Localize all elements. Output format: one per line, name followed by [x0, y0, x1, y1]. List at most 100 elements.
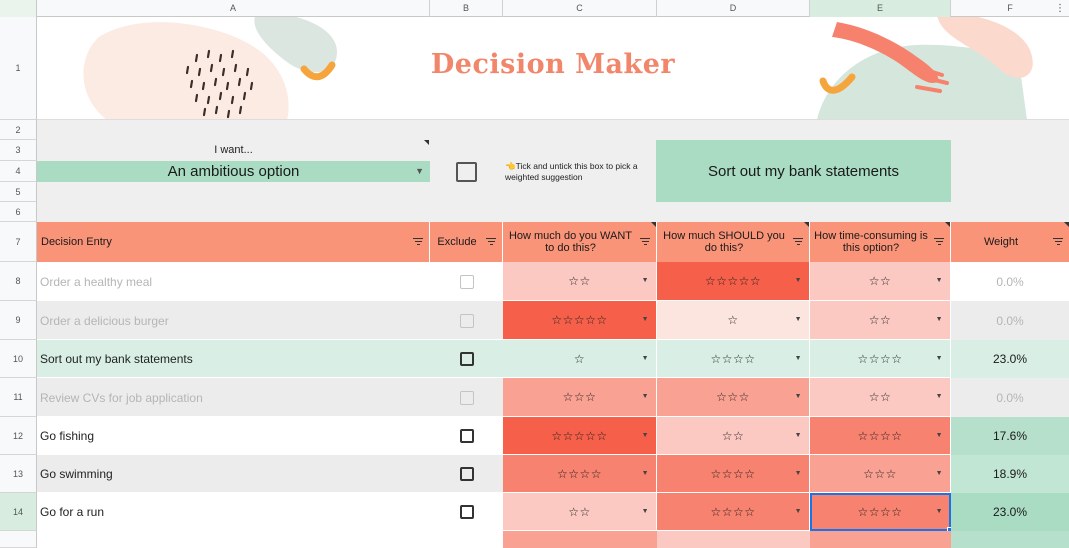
want-rating-cell[interactable]: ☆☆☆☆☆ ▼ [503, 417, 657, 455]
dropdown-arrow-icon[interactable]: ▼ [795, 355, 802, 362]
header-time[interactable]: How time-consuming is this option? [810, 222, 951, 262]
filter-icon[interactable] [1053, 236, 1063, 246]
row-header-6[interactable]: 6 [0, 202, 37, 222]
time-rating-cell[interactable]: ☆☆☆☆ ▼ [810, 340, 951, 378]
decision-entry-cell[interactable]: Order a healthy meal [37, 262, 430, 301]
row-header-15[interactable] [0, 531, 37, 548]
header-weight[interactable]: Weight [951, 222, 1069, 262]
row-header-1[interactable]: 1 [0, 17, 37, 120]
row-header-2[interactable]: 2 [0, 120, 37, 140]
should-rating-cell[interactable]: ☆☆☆ ▼ [657, 378, 810, 417]
more-columns-icon[interactable]: ⋮ [1053, 0, 1067, 17]
dropdown-arrow-icon[interactable]: ▼ [795, 508, 802, 515]
filter-icon[interactable] [640, 236, 650, 246]
want-rating-cell[interactable]: ☆☆ ▼ [503, 493, 657, 531]
row-header-14[interactable]: 14 [0, 493, 37, 531]
select-all-corner[interactable] [0, 0, 37, 17]
column-header-e[interactable]: E [810, 0, 951, 17]
row-header-4[interactable]: 4 [0, 161, 37, 182]
row-header-8[interactable]: 8 [0, 262, 37, 301]
exclude-cell [430, 301, 503, 340]
filter-icon[interactable] [934, 236, 944, 246]
dropdown-arrow-icon[interactable]: ▼ [936, 277, 943, 284]
dropdown-arrow-icon[interactable]: ▼ [795, 432, 802, 439]
exclude-checkbox[interactable] [459, 429, 474, 443]
filter-icon[interactable] [413, 236, 423, 246]
dropdown-arrow-icon[interactable]: ▼ [936, 432, 943, 439]
row-header-5[interactable]: 5 [0, 182, 37, 202]
time-rating-cell[interactable]: ☆☆☆ ▼ [810, 455, 951, 493]
exclude-checkbox[interactable] [459, 313, 474, 328]
dropdown-arrow-icon[interactable]: ▼ [936, 355, 943, 362]
dropdown-arrow-icon[interactable]: ▼ [936, 316, 943, 323]
want-rating-cell[interactable]: ☆☆☆☆ ▼ [503, 455, 657, 493]
should-rating-cell[interactable]: ☆☆☆☆ ▼ [657, 340, 810, 378]
dropdown-arrow-icon[interactable]: ▼ [642, 432, 649, 439]
should-rating-cell[interactable]: ☆☆ ▼ [657, 417, 810, 455]
note-indicator [424, 140, 429, 145]
decision-entry-cell[interactable]: Review CVs for job application [37, 378, 430, 417]
note-indicator [804, 222, 809, 227]
header-weight-label: Weight [983, 236, 1019, 248]
row-header-7[interactable]: 7 [0, 222, 37, 262]
decision-entry-cell[interactable]: Go for a run [37, 493, 430, 531]
row-header-12[interactable]: 12 [0, 417, 37, 455]
should-rating-cell[interactable]: ☆ ▼ [657, 301, 810, 340]
should-rating-cell[interactable]: ☆☆☆☆☆ ▼ [657, 262, 810, 301]
decision-entry-cell[interactable]: Sort out my bank statements [37, 340, 430, 378]
decision-entry-cell[interactable]: Go fishing [37, 417, 430, 455]
weight-cell: 0.0% [951, 262, 1069, 301]
dropdown-arrow-icon[interactable]: ▼ [795, 316, 802, 323]
time-rating-cell[interactable]: ☆☆ ▼ [810, 301, 951, 340]
chevron-down-icon[interactable]: ▼ [415, 166, 424, 176]
dropdown-arrow-icon[interactable]: ▼ [642, 355, 649, 362]
should-rating-cell[interactable]: ☆☆☆☆ ▼ [657, 455, 810, 493]
row-header-13[interactable]: 13 [0, 455, 37, 493]
column-header-c[interactable]: C [503, 0, 657, 17]
row-header-11[interactable]: 11 [0, 378, 37, 417]
dropdown-arrow-icon[interactable]: ▼ [642, 316, 649, 323]
header-should[interactable]: How much SHOULD you do this? [657, 222, 810, 262]
exclude-checkbox[interactable] [459, 505, 474, 519]
dropdown-arrow-icon[interactable]: ▼ [642, 393, 649, 400]
decision-entry-cell[interactable]: Go swimming [37, 455, 430, 493]
column-header-b[interactable]: B [430, 0, 503, 17]
want-rating-cell[interactable]: ☆ ▼ [503, 340, 657, 378]
column-header-d[interactable]: D [657, 0, 810, 17]
want-select[interactable]: An ambitious option ▼ [37, 161, 430, 182]
filter-icon[interactable] [486, 236, 496, 246]
dropdown-arrow-icon[interactable]: ▼ [936, 470, 943, 477]
column-header-a[interactable]: A [37, 0, 430, 17]
row-header-9[interactable]: 9 [0, 301, 37, 340]
row-header-3[interactable]: 3 [0, 140, 37, 161]
should-rating-cell[interactable]: ☆☆☆☆ ▼ [657, 493, 810, 531]
column-header-f[interactable]: F [951, 0, 1069, 17]
time-rating-cell[interactable]: ☆☆ ▼ [810, 262, 951, 301]
exclude-cell [430, 417, 503, 455]
row-header-10[interactable]: 10 [0, 340, 37, 378]
dropdown-arrow-icon[interactable]: ▼ [795, 277, 802, 284]
dropdown-arrow-icon[interactable]: ▼ [795, 393, 802, 400]
want-rating-cell[interactable]: ☆☆☆ ▼ [503, 378, 657, 417]
dropdown-arrow-icon[interactable]: ▼ [642, 277, 649, 284]
dropdown-arrow-icon[interactable]: ▼ [642, 508, 649, 515]
header-want[interactable]: How much do you WANT to do this? [503, 222, 657, 262]
time-rating-cell[interactable]: ☆☆☆☆ ▼ [810, 493, 953, 533]
want-rating-cell[interactable]: ☆☆ ▼ [503, 262, 657, 301]
exclude-checkbox[interactable] [459, 274, 474, 289]
time-rating-cell[interactable]: ☆☆☆☆ ▼ [810, 417, 951, 455]
decision-entry-cell[interactable]: Order a delicious burger [37, 301, 430, 340]
dropdown-arrow-icon[interactable]: ▼ [936, 393, 943, 400]
exclude-checkbox[interactable] [459, 352, 474, 366]
header-exclude[interactable]: Exclude [430, 222, 503, 262]
dropdown-arrow-icon[interactable]: ▼ [936, 508, 943, 515]
dropdown-arrow-icon[interactable]: ▼ [642, 470, 649, 477]
exclude-checkbox[interactable] [459, 390, 474, 405]
want-rating-cell[interactable]: ☆☆☆☆☆ ▼ [503, 301, 657, 340]
filter-icon[interactable] [793, 236, 803, 246]
dropdown-arrow-icon[interactable]: ▼ [795, 470, 802, 477]
suggest-checkbox[interactable] [456, 162, 477, 182]
exclude-checkbox[interactable] [459, 467, 474, 481]
header-decision-entry[interactable]: Decision Entry [37, 222, 430, 262]
time-rating-cell[interactable]: ☆☆ ▼ [810, 378, 951, 417]
